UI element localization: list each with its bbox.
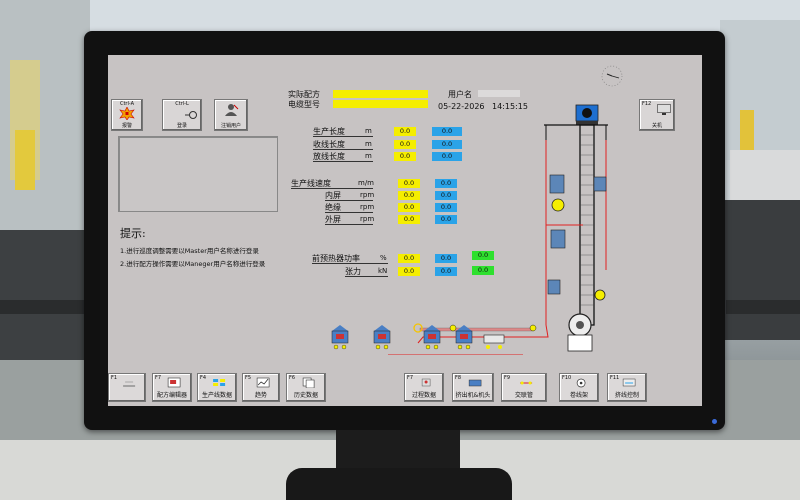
overview-icon: [123, 381, 136, 387]
fkey-extruder-head-button[interactable]: F8 挤出机&机头: [452, 373, 494, 402]
line-control-icon: [622, 378, 636, 387]
alarm-button[interactable]: Ctrl-A 报警: [111, 99, 143, 131]
key-icon: [185, 111, 197, 119]
crosshead-icon: [483, 334, 505, 349]
upper-haul-off: [549, 174, 565, 194]
takeup-reel-icon: [576, 378, 586, 388]
trend-chart-icon: [256, 377, 270, 388]
hint-title: 提示:: [120, 227, 146, 240]
shutdown-button[interactable]: F12 关机: [639, 99, 675, 131]
guide-pulley: [551, 198, 565, 212]
line-process-diagram: [388, 104, 608, 355]
hint-line-1: 1.进行巡度调整需要以Master用户名称进行登录: [120, 247, 259, 255]
fkey-trend-button[interactable]: F5 趋势: [242, 373, 280, 402]
monitor-stand-base: [286, 468, 512, 500]
fkey-cv-tube-button[interactable]: F9 交联管: [501, 373, 547, 402]
fkey-line-data-button[interactable]: F4 生产线数据: [197, 373, 237, 402]
recipe-editor-icon: [167, 377, 181, 388]
extruder-icon: [373, 325, 391, 350]
logout-button[interactable]: 注销用户: [214, 99, 248, 131]
middle-haul-off: [550, 229, 566, 249]
extruder-icon: [455, 325, 473, 350]
login-button[interactable]: Ctrl-L 登录: [162, 99, 202, 131]
fkey-line-control-button[interactable]: F11 挤线控制: [607, 373, 647, 402]
cv-tube-icon: [520, 381, 533, 385]
fkey-process-data-button[interactable]: F7 过程数据: [404, 373, 444, 402]
extruder-row: [331, 325, 505, 350]
extruder-icon: [423, 325, 441, 350]
line-data-icon: [213, 379, 226, 386]
bottom-pulley: [594, 289, 606, 301]
monitor-power-icon: [657, 104, 671, 115]
user-logout-icon: [225, 104, 239, 116]
history-documents-icon: [302, 377, 315, 388]
extruder-icon: [331, 325, 349, 350]
power-led: [712, 419, 717, 424]
fkey-history-button[interactable]: F6 历史数据: [286, 373, 326, 402]
process-data-icon: [421, 378, 431, 387]
fkey-recipe-editor-button[interactable]: F7 配方编辑器: [152, 373, 192, 402]
hmi-screen: Ctrl-A 报警 Ctrl-L 登录 注销用户 实际配方 电缆型号 用户名 0…: [108, 55, 702, 406]
lower-haul-off: [547, 279, 561, 295]
fkey-f1-button[interactable]: F1: [108, 373, 146, 402]
capstan: [593, 176, 607, 192]
alarm-icon: [119, 107, 135, 120]
fkey-takeup-button[interactable]: F10 卷线架: [559, 373, 599, 402]
cable-type-label: 电缆型号: [288, 100, 320, 109]
message-box: [118, 136, 278, 212]
extruder-head-icon: [468, 379, 482, 387]
hint-line-2: 2.进行配方操作需要以Maneger用户名称进行登录: [120, 260, 266, 268]
